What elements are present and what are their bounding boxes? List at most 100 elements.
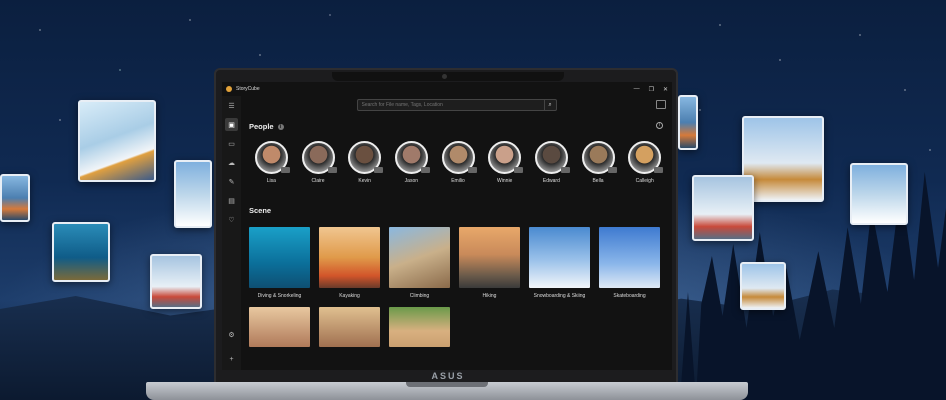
scene-thumbnail xyxy=(319,227,380,288)
scene-thumbnail xyxy=(389,307,450,347)
search-bar: ⌕ xyxy=(356,99,557,111)
slideshow-icon[interactable] xyxy=(656,100,666,109)
person-name: Jason xyxy=(404,178,419,184)
floating-photo-winter-couple xyxy=(150,254,202,309)
scene-label: Diving & Snorkeling xyxy=(257,293,302,299)
top-bar: ⌕ xyxy=(241,96,672,114)
scene-thumbnail xyxy=(249,307,310,347)
floating-photo-snowboarder xyxy=(692,175,754,241)
brand-logo: ASUS xyxy=(431,371,465,381)
help-icon[interactable]: i xyxy=(656,122,663,129)
scene-label: Snowboarding & Skiing xyxy=(533,293,586,299)
scene-label: Hiking xyxy=(482,293,497,299)
window-controls: — ❐ ✕ xyxy=(634,86,668,93)
people-title: People xyxy=(249,122,274,131)
person-kevin[interactable]: Kevin xyxy=(342,141,387,184)
info-icon[interactable]: i xyxy=(277,123,284,130)
photos-icon[interactable]: ▣ xyxy=(225,118,238,131)
scene-label: Kayaking xyxy=(339,293,360,299)
webcam-notch xyxy=(332,72,564,81)
title-bar: StoryCube — ❐ ✕ xyxy=(222,82,672,96)
avatar xyxy=(254,141,290,174)
scene-label: Climbing xyxy=(409,293,430,299)
person-winnie[interactable]: Winnie xyxy=(482,141,527,184)
scene-item[interactable]: Kayaking xyxy=(319,227,380,299)
person-name: Emilio xyxy=(451,178,465,184)
person-name: Winnie xyxy=(497,178,513,184)
scene-item[interactable] xyxy=(319,307,380,347)
person-name: Lisa xyxy=(266,178,276,184)
app-title: StoryCube xyxy=(236,86,260,92)
settings-icon[interactable]: ⚙ xyxy=(225,328,238,341)
cloud-icon[interactable]: ☁ xyxy=(225,156,238,169)
avatar xyxy=(301,141,337,174)
webcam xyxy=(442,74,447,79)
maximize-button[interactable]: ❐ xyxy=(649,86,654,93)
person-edward[interactable]: Edward xyxy=(529,141,574,184)
scene-label: Skateboarding xyxy=(613,293,646,299)
person-jason[interactable]: Jason xyxy=(389,141,434,184)
avatar xyxy=(348,141,384,174)
avatar xyxy=(534,141,570,174)
floating-photo-cliff xyxy=(678,95,698,150)
person-count-icon xyxy=(467,167,477,173)
app-window: StoryCube — ❐ ✕ ☰ ▣ ▭ ☁ ✎ ▤ ♡ ⚙ + ⌕ xyxy=(222,82,672,370)
sidebar: ☰ ▣ ▭ ☁ ✎ ▤ ♡ ⚙ + xyxy=(222,96,241,370)
add-icon[interactable]: + xyxy=(225,353,238,366)
album-icon[interactable]: ▤ xyxy=(225,194,238,207)
person-name: Kevin xyxy=(358,178,371,184)
scene-item[interactable] xyxy=(389,307,450,347)
close-button[interactable]: ✕ xyxy=(663,86,668,93)
floating-photo-skier xyxy=(742,116,824,202)
person-count-icon xyxy=(280,167,290,173)
person-claire[interactable]: Claire xyxy=(296,141,341,184)
scene-thumbnail xyxy=(459,227,520,288)
app-logo-icon xyxy=(226,86,232,92)
search-input[interactable] xyxy=(357,102,544,108)
scene-item[interactable]: Climbing xyxy=(389,227,450,299)
person-calleigh[interactable]: Calleigh xyxy=(622,141,667,184)
avatar xyxy=(581,141,617,174)
person-bella[interactable]: Bella xyxy=(576,141,621,184)
person-emilio[interactable]: Emilio xyxy=(436,141,481,184)
scene-item[interactable]: Diving & Snorkeling xyxy=(249,227,310,299)
scene-thumbnail xyxy=(599,227,660,288)
person-lisa[interactable]: Lisa xyxy=(249,141,294,184)
scene-header: Scene xyxy=(249,206,667,215)
laptop: StoryCube — ❐ ✕ ☰ ▣ ▭ ☁ ✎ ▤ ♡ ⚙ + ⌕ xyxy=(214,68,678,386)
scene-item[interactable]: Skateboarding xyxy=(599,227,660,299)
person-count-icon xyxy=(560,167,570,173)
person-count-icon xyxy=(654,167,664,173)
people-header: People i xyxy=(249,122,667,131)
person-count-icon xyxy=(607,167,617,173)
floating-photo-snow-friends xyxy=(78,100,156,182)
scene-thumbnail xyxy=(389,227,450,288)
edit-icon[interactable]: ✎ xyxy=(225,175,238,188)
scene-thumbnail xyxy=(249,227,310,288)
avatar xyxy=(628,141,664,174)
person-name: Edward xyxy=(542,178,560,184)
floating-photo-ski-jump xyxy=(740,262,786,310)
menu-icon[interactable]: ☰ xyxy=(225,99,238,112)
main-content: People i i Lisa Claire Kevin Jason Emilio Win… xyxy=(249,122,667,370)
scene-item[interactable]: Snowboarding & Skiing xyxy=(529,227,590,299)
person-count-icon xyxy=(374,167,384,173)
person-name: Calleigh xyxy=(635,178,654,184)
floating-photo-mountain xyxy=(850,163,908,225)
folder-icon[interactable]: ▭ xyxy=(225,137,238,150)
scene-thumbnail xyxy=(529,227,590,288)
scene-item[interactable] xyxy=(249,307,310,347)
avatar xyxy=(488,141,524,174)
scene-grid: Diving & Snorkeling Kayaking Climbing Hikin… xyxy=(249,227,667,347)
scene-thumbnail xyxy=(319,307,380,347)
person-name: Bella xyxy=(592,178,604,184)
scene-title: Scene xyxy=(249,206,272,215)
floating-photo-turtle xyxy=(52,222,110,282)
floating-photo-hiker xyxy=(174,160,212,228)
person-name: Claire xyxy=(311,178,325,184)
people-list: Lisa Claire Kevin Jason Emilio Winnie Edward Be… xyxy=(249,141,667,184)
scene-item[interactable]: Hiking xyxy=(459,227,520,299)
search-icon[interactable]: ⌕ xyxy=(543,100,556,110)
minimize-button[interactable]: — xyxy=(634,86,640,93)
favorite-icon[interactable]: ♡ xyxy=(225,213,238,226)
